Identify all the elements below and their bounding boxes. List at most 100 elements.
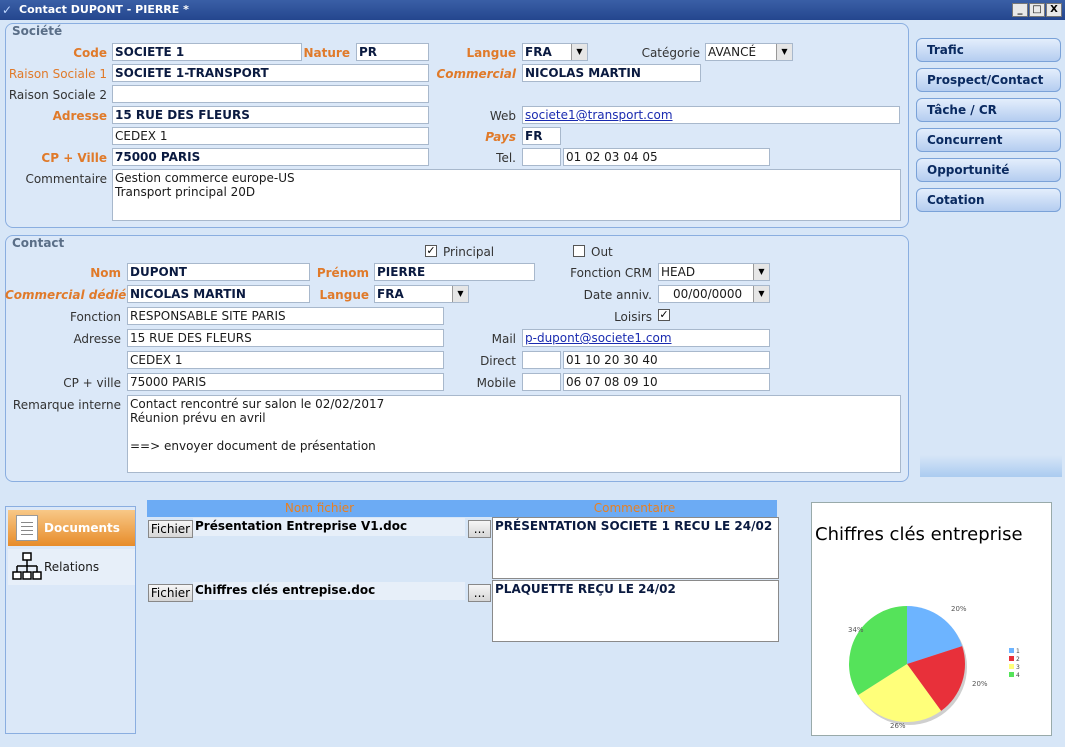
web-field[interactable]: societe1@transport.com bbox=[522, 106, 900, 124]
direct-field[interactable]: 01 10 20 30 40 bbox=[563, 351, 770, 369]
remarque-label: Remarque interne bbox=[12, 398, 121, 412]
principal-label: Principal bbox=[443, 245, 495, 259]
nom-label: Nom bbox=[90, 266, 121, 280]
cpville-label: CP + Ville bbox=[41, 151, 107, 165]
loisirs-checkbox[interactable]: ✓ bbox=[658, 309, 670, 321]
tel-field[interactable]: 01 02 03 04 05 bbox=[563, 148, 770, 166]
commercial-field[interactable]: NICOLAS MARTIN bbox=[522, 64, 701, 82]
contact-langue-label: Langue bbox=[319, 288, 369, 302]
fonction-crm-value: HEAD bbox=[661, 265, 696, 279]
contact-cpville-field[interactable]: 75000 PARIS bbox=[127, 373, 444, 391]
categorie-label: Catégorie bbox=[641, 46, 700, 60]
adresse2-field[interactable]: CEDEX 1 bbox=[112, 127, 429, 145]
cpville-field[interactable]: 75000 PARIS bbox=[112, 148, 429, 166]
langue-select[interactable]: FRA ▼ bbox=[522, 43, 588, 61]
browse-button-1[interactable]: ... bbox=[468, 520, 491, 538]
direct-prefix-field[interactable] bbox=[522, 351, 561, 369]
side-panel-fade bbox=[920, 455, 1062, 477]
adresse1-field[interactable]: 15 RUE DES FLEURS bbox=[112, 106, 429, 124]
contact-langue-value: FRA bbox=[377, 287, 404, 301]
chevron-down-icon[interactable]: ▼ bbox=[753, 264, 769, 280]
nav-documents[interactable]: Documents bbox=[8, 510, 135, 546]
out-checkbox[interactable] bbox=[573, 245, 585, 257]
legend-swatch-1 bbox=[1009, 648, 1014, 653]
prenom-field[interactable]: PIERRE bbox=[374, 263, 535, 281]
fichier-button-1[interactable]: Fichier bbox=[148, 520, 193, 538]
commercial-label: Commercial bbox=[436, 67, 516, 81]
legend-swatch-2 bbox=[1009, 656, 1014, 661]
file-name-1: Présentation Entreprise V1.doc bbox=[193, 518, 465, 536]
legend-swatch-3 bbox=[1009, 664, 1014, 669]
mobile-prefix-field[interactable] bbox=[522, 373, 561, 391]
commentaire-field[interactable]: Gestion commerce europe-US Transport pri… bbox=[112, 169, 901, 221]
fichier-button-2[interactable]: Fichier bbox=[148, 584, 193, 602]
prospect-contact-button[interactable]: Prospect/Contact bbox=[916, 68, 1061, 92]
contact-adresse1-field[interactable]: 15 RUE DES FLEURS bbox=[127, 329, 444, 347]
chevron-down-icon[interactable]: ▼ bbox=[776, 44, 792, 60]
nav-documents-label: Documents bbox=[44, 521, 120, 535]
pie-label-2: 20% bbox=[972, 680, 988, 688]
chevron-down-icon[interactable]: ▼ bbox=[571, 44, 587, 60]
browse-button-2[interactable]: ... bbox=[468, 584, 491, 602]
chart-panel: Chiffres clés entreprise 20% 20% 26% 34% 1 2 3… bbox=[811, 502, 1052, 736]
mail-field[interactable]: p-dupont@societe1.com bbox=[522, 329, 770, 347]
fonction-label: Fonction bbox=[69, 310, 121, 324]
minimize-button[interactable]: _ bbox=[1012, 3, 1028, 17]
contact-legend: Contact bbox=[12, 236, 65, 250]
contact-cpville-label: CP + ville bbox=[63, 376, 121, 390]
categorie-select[interactable]: AVANCÉ ▼ bbox=[705, 43, 793, 61]
mobile-field[interactable]: 06 07 08 09 10 bbox=[563, 373, 770, 391]
pie-chart: Chiffres clés entreprise 20% 20% 26% 34% 123… bbox=[815, 524, 1023, 730]
comment-1[interactable]: PRÉSENTATION SOCIETE 1 RECU LE 24/02 bbox=[492, 517, 779, 579]
cotation-button[interactable]: Cotation bbox=[916, 188, 1061, 212]
pays-field[interactable]: FR bbox=[522, 127, 561, 145]
tache-cr-button[interactable]: Tâche / CR bbox=[916, 98, 1061, 122]
concurrent-button[interactable]: Concurrent bbox=[916, 128, 1061, 152]
contact-langue-select[interactable]: FRA ▼ bbox=[374, 285, 469, 303]
date-anniv-label: Date anniv. bbox=[583, 288, 652, 302]
raison2-field[interactable] bbox=[112, 85, 429, 103]
legend-label-2: 2 bbox=[1016, 656, 1020, 663]
nav-relations[interactable]: Relations bbox=[8, 549, 135, 585]
adresse-label: Adresse bbox=[52, 109, 107, 123]
categorie-value: AVANCÉ bbox=[708, 45, 757, 59]
date-anniv-value: 00/00/0000 bbox=[673, 287, 743, 301]
trafic-button[interactable]: Trafic bbox=[916, 38, 1061, 62]
nature-field[interactable]: PR bbox=[356, 43, 429, 61]
legend-label-4: 4 bbox=[1016, 672, 1020, 679]
fonction-crm-select[interactable]: HEAD ▼ bbox=[658, 263, 770, 281]
langue-value: FRA bbox=[525, 45, 552, 59]
legend-label-1: 1 bbox=[1016, 648, 1020, 655]
principal-checkbox[interactable]: ✓ bbox=[425, 245, 437, 257]
loisirs-label: Loisirs bbox=[614, 310, 652, 324]
out-label: Out bbox=[591, 245, 613, 259]
col-commentaire: Commentaire bbox=[593, 501, 676, 515]
file-name-2: Chiffres clés entrepise.doc bbox=[193, 582, 465, 600]
opportunite-button[interactable]: Opportunité bbox=[916, 158, 1061, 182]
tel-label: Tel. bbox=[496, 151, 516, 165]
contact-adresse2-field[interactable]: CEDEX 1 bbox=[127, 351, 444, 369]
bottom-nav: Documents Relations bbox=[5, 506, 136, 734]
prenom-label: Prénom bbox=[316, 266, 369, 280]
raison1-field[interactable]: SOCIETE 1-TRANSPORT bbox=[112, 64, 429, 82]
nav-relations-label: Relations bbox=[44, 560, 100, 574]
nom-field[interactable]: DUPONT bbox=[127, 263, 310, 281]
date-anniv-select[interactable]: 00/00/0000 ▼ bbox=[658, 285, 770, 303]
window-title: Contact DUPONT - PIERRE * bbox=[19, 3, 189, 16]
legend-label-3: 3 bbox=[1016, 664, 1020, 671]
pays-label: Pays bbox=[485, 130, 516, 144]
pie-label-1: 20% bbox=[951, 605, 967, 613]
close-button[interactable]: X bbox=[1046, 3, 1062, 17]
chevron-down-icon[interactable]: ▼ bbox=[753, 286, 769, 302]
nature-label: Nature bbox=[303, 46, 350, 60]
commercial-dedie-field[interactable]: NICOLAS MARTIN bbox=[127, 285, 310, 303]
tel-prefix-field[interactable] bbox=[522, 148, 561, 166]
code-field[interactable]: SOCIETE 1 bbox=[112, 43, 302, 61]
comment-2[interactable]: PLAQUETTE REÇU LE 24/02 bbox=[492, 580, 779, 642]
mail-label: Mail bbox=[491, 332, 516, 346]
fonction-field[interactable]: RESPONSABLE SITE PARIS bbox=[127, 307, 444, 325]
chart-title: Chiffres clés entreprise bbox=[815, 524, 1023, 545]
remarque-field[interactable]: Contact rencontré sur salon le 02/02/201… bbox=[127, 395, 901, 473]
maximize-button[interactable]: □ bbox=[1029, 3, 1045, 17]
chevron-down-icon[interactable]: ▼ bbox=[452, 286, 468, 302]
